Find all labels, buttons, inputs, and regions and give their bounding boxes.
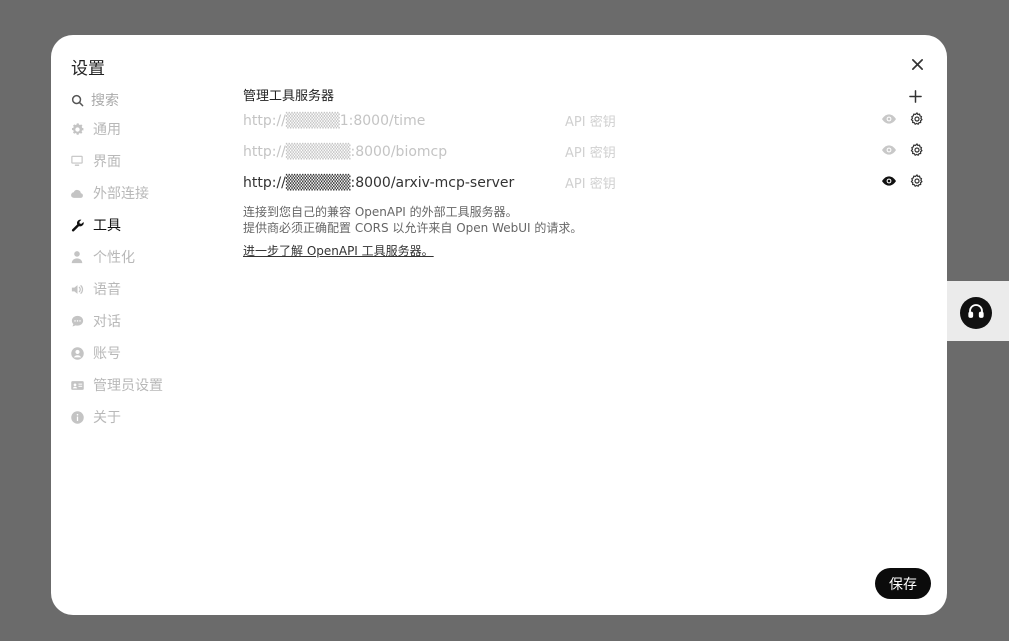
chat-bubble-icon xyxy=(69,313,85,329)
server-settings-button[interactable] xyxy=(907,173,927,193)
visibility-toggle-button[interactable] xyxy=(879,111,899,131)
api-key-input[interactable]: API 密钥 xyxy=(565,173,616,192)
eye-icon xyxy=(881,173,897,193)
gear-icon xyxy=(69,121,85,137)
sidebar-item-label: 界面 xyxy=(93,154,121,170)
user-icon xyxy=(69,249,85,265)
server-settings-button[interactable] xyxy=(907,142,927,162)
sidebar-item-account[interactable]: 账号 xyxy=(69,337,229,369)
cloud-icon xyxy=(69,185,85,201)
sidebar-item-label: 通用 xyxy=(93,122,121,138)
eye-icon xyxy=(881,142,897,162)
sidebar-item-connections[interactable]: 外部连接 xyxy=(69,177,229,209)
info-icon xyxy=(69,409,85,425)
server-url: http://▒▒▒▒▒▒:8000/biomcp xyxy=(243,143,448,160)
eye-icon xyxy=(881,111,897,131)
monitor-icon xyxy=(69,153,85,169)
sidebar-item-label: 个性化 xyxy=(93,250,135,266)
gear-icon xyxy=(909,173,925,193)
headphones-icon xyxy=(967,302,985,324)
sidebar-search[interactable]: 搜索 xyxy=(69,87,229,113)
save-button[interactable]: 保存 xyxy=(875,568,931,599)
sidebar-item-general[interactable]: 通用 xyxy=(69,113,229,145)
settings-sidebar: 搜索 通用 界面 外部连接 工具 个性化 语音 对话 账号 管理员设置 关于 xyxy=(69,87,229,433)
gear-icon xyxy=(909,142,925,162)
section-title: 管理工具服务器 xyxy=(243,89,335,104)
visibility-toggle-button[interactable] xyxy=(879,142,899,162)
server-row: http://▒▒▒▒▒▒:8000/biomcp API 密钥 xyxy=(243,136,927,167)
sidebar-item-label: 工具 xyxy=(93,218,121,234)
server-url: http://▒▒▒▒▒1:8000/time xyxy=(243,112,426,129)
api-key-input[interactable]: API 密钥 xyxy=(565,142,616,161)
sidebar-item-label: 语音 xyxy=(93,282,121,298)
add-server-button[interactable] xyxy=(903,87,927,107)
search-icon xyxy=(69,92,85,108)
visibility-toggle-button[interactable] xyxy=(879,173,899,193)
sidebar-item-label: 关于 xyxy=(93,410,121,426)
close-button[interactable] xyxy=(907,55,927,75)
user-circle-icon xyxy=(69,345,85,361)
server-settings-button[interactable] xyxy=(907,111,927,131)
search-input[interactable]: 搜索 xyxy=(91,90,119,110)
settings-modal: 设置 搜索 通用 界面 外部连接 工具 个性化 语音 对话 账号 管理员设置 关… xyxy=(51,35,947,615)
sidebar-item-tools[interactable]: 工具 xyxy=(69,209,229,241)
sidebar-item-label: 对话 xyxy=(93,314,121,330)
close-icon xyxy=(911,56,924,75)
wrench-icon xyxy=(69,217,85,233)
sidebar-item-label: 外部连接 xyxy=(93,186,149,202)
headphones-button[interactable] xyxy=(960,297,992,329)
api-key-input[interactable]: API 密钥 xyxy=(565,111,616,130)
tools-panel: 管理工具服务器 http://▒▒▒▒▒1:8000/time API 密钥 h… xyxy=(243,87,927,259)
sidebar-item-label: 账号 xyxy=(93,346,121,362)
sidebar-item-chats[interactable]: 对话 xyxy=(69,305,229,337)
speaker-icon xyxy=(69,281,85,297)
sidebar-item-personalization[interactable]: 个性化 xyxy=(69,241,229,273)
server-row: http://▒▒▒▒▒1:8000/time API 密钥 xyxy=(243,105,927,136)
sidebar-item-audio[interactable]: 语音 xyxy=(69,273,229,305)
server-url: http://▒▒▒▒▒▒:8000/arxiv-mcp-server xyxy=(243,174,515,191)
help-line: 提供商必须正确配置 CORS 以允许来自 Open WebUI 的请求。 xyxy=(243,221,583,235)
help-text: 连接到您自己的兼容 OpenAPI 的外部工具服务器。 提供商必须正确配置 CO… xyxy=(243,204,927,236)
learn-more-link[interactable]: 进一步了解 OpenAPI 工具服务器。 xyxy=(243,242,434,259)
help-line: 连接到您自己的兼容 OpenAPI 的外部工具服务器。 xyxy=(243,205,518,219)
server-row: http://▒▒▒▒▒▒:8000/arxiv-mcp-server API … xyxy=(243,167,927,198)
modal-title: 设置 xyxy=(71,59,105,79)
sidebar-item-about[interactable]: 关于 xyxy=(69,401,229,433)
sidebar-item-interface[interactable]: 界面 xyxy=(69,145,229,177)
gear-icon xyxy=(909,111,925,131)
sidebar-item-label: 管理员设置 xyxy=(93,378,163,394)
plus-icon xyxy=(908,88,922,107)
id-card-icon xyxy=(69,377,85,393)
sidebar-item-admin-settings[interactable]: 管理员设置 xyxy=(69,369,229,401)
